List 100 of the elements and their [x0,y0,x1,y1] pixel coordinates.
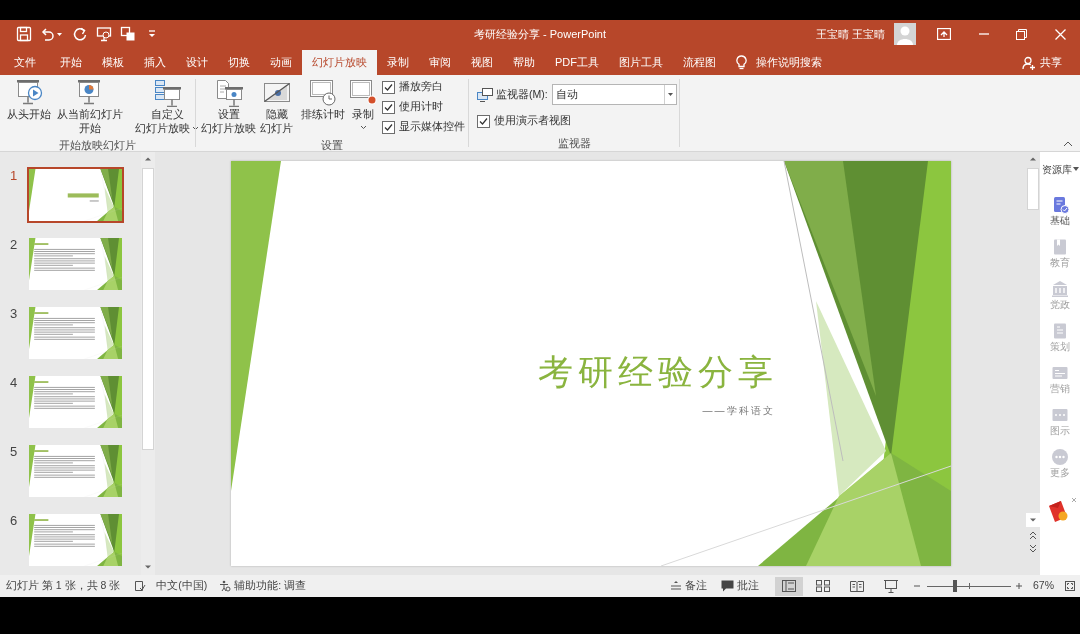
slide-number: 4 [9,374,19,391]
chevron-up-icon[interactable] [1063,141,1073,147]
slide-canvas[interactable]: 考研经验分享 ——学科语文 [230,161,951,566]
close-icon [1054,28,1066,40]
restore-icon [1015,28,1027,40]
dashes-card-icon [1051,406,1069,424]
building-icon [1051,280,1069,298]
customize-caret-icon[interactable] [148,28,156,40]
overlapping-squares-icon[interactable] [120,26,136,42]
from-current-slide-button[interactable]: 从当前幻灯片 开始 [55,79,125,135]
accessibility-button[interactable]: 辅助功能: 调查 [219,578,307,594]
save-icon[interactable] [16,26,32,42]
resource-category[interactable]: 策划 [1040,322,1080,364]
from-beginning-button[interactable]: 从头开始 [5,79,53,121]
ribbon-tab[interactable]: 插入 [134,50,176,75]
slide-title: 考研经验分享 [537,351,778,393]
speech-bubble-icon [721,580,734,592]
document-icon [1051,322,1069,340]
set-up-slide-show-button[interactable]: 设置 幻灯片放映 [199,79,258,135]
ribbon-tab[interactable]: 开始 [50,50,92,75]
ribbon-tab[interactable]: 审阅 [419,50,461,75]
scrollbar[interactable] [141,152,155,575]
panel-layout-icon [781,579,797,593]
view-button[interactable] [775,576,803,596]
ribbon-tab[interactable]: 文件 [4,50,46,75]
resource-category[interactable]: 图示 [1040,406,1080,448]
checkbox[interactable] [382,80,395,94]
custom-slide-show-button[interactable]: 自定义 幻灯片放映 [133,79,201,135]
slider-thumb[interactable] [952,580,957,592]
zoom-slider[interactable] [927,580,1011,592]
language-button[interactable]: 中文(中国) [156,578,208,594]
checkbox[interactable] [382,120,395,134]
checkbox[interactable] [382,100,395,114]
book-view-icon [849,579,865,593]
scroll-down-icon[interactable] [1026,513,1040,527]
user-name: 王宝晴 王宝晴 [815,26,885,42]
record-button[interactable]: 录制 [347,79,379,130]
screen-clock-icon [308,79,338,107]
lightbulb-icon [736,55,747,70]
notes-button[interactable]: 备注 [670,578,707,594]
comments-button[interactable]: 批注 [721,578,759,594]
card-icon [1051,364,1069,382]
ribbon-tab[interactable]: 动画 [260,50,302,75]
ribbon-tab[interactable]: 幻灯片放映 [302,50,377,75]
grid-view-icon [815,579,831,593]
person-add-icon [1022,55,1036,70]
slide-number: 3 [9,305,19,322]
lines-caret-icon [670,580,682,592]
resource-category[interactable]: 营销 [1040,364,1080,406]
rehearse-timings-button[interactable]: 排练计时 [299,79,347,121]
slide-number: 6 [9,512,19,529]
resource-category[interactable]: 更多 [1040,448,1080,490]
ribbon-tab[interactable]: 录制 [377,50,419,75]
accessibility-icon [219,580,232,592]
box-arrow-up-icon [937,28,951,40]
monitor-label: 监视器(M): [496,86,548,102]
group-label: 监视器 [557,136,591,151]
checkbox-label: 使用演示者视图 [494,113,571,129]
slide-number: 2 [9,236,19,253]
ribbon-tab[interactable]: 设计 [176,50,218,75]
share-button[interactable]: 共享 [1022,50,1062,75]
monitor-dropdown[interactable]: 自动 [551,84,677,105]
checkbox-label: 显示媒体控件 [399,119,465,135]
screen-record-icon [349,79,377,107]
ribbon-tab[interactable]: 图片工具 [609,50,673,75]
hide-slide-button[interactable]: 隐藏 幻灯片 [258,79,295,135]
presentation-screen-icon[interactable] [96,26,112,42]
ribbon-tab[interactable]: 切换 [218,50,260,75]
window-title: 考研经验分享 - PowerPoint [474,26,606,42]
scrollbar-thumb[interactable] [142,168,154,450]
checkbox[interactable] [477,114,490,128]
slide-subtitle: ——学科语文 [702,404,775,418]
monitors-icon [477,87,493,102]
plus-icon[interactable] [1015,582,1023,590]
ribbon-tab[interactable]: 视图 [461,50,503,75]
frame-corners-icon[interactable] [1064,580,1076,592]
caret-icon [667,93,673,96]
document-check-icon [1051,196,1069,214]
envelope-icon[interactable] [1047,499,1069,523]
resource-category[interactable]: 教育 [1040,238,1080,280]
ribbon-tab[interactable]: 帮助 [503,50,545,75]
ribbon-tab[interactable]: PDF工具 [545,50,609,75]
group-label: 设置 [321,138,343,153]
scrollbar[interactable] [1026,152,1040,575]
ribbon-tab[interactable]: 流程图 [673,50,726,75]
undo-icon[interactable] [39,26,55,42]
resource-category[interactable]: 基础 [1040,196,1080,238]
resource-library-menu[interactable]: 资源库 [1041,162,1079,176]
ribbon-tab[interactable]: 模板 [92,50,134,75]
group-label: 开始放映幻灯片 [59,138,136,153]
scrollbar-thumb[interactable] [1027,168,1039,210]
document-check-icon[interactable] [134,580,147,592]
resource-category[interactable]: 党政 [1040,280,1080,322]
projector-view-icon [883,579,899,593]
slide-counter: 幻灯片 第 1 张，共 8 张 [6,578,121,594]
zoom-level[interactable]: 67% [1033,578,1054,594]
tell-me-search[interactable]: 操作说明搜索 [736,50,822,75]
projector-play-icon [14,79,44,107]
slide-number: 5 [9,443,19,460]
redo-icon[interactable] [72,26,88,42]
